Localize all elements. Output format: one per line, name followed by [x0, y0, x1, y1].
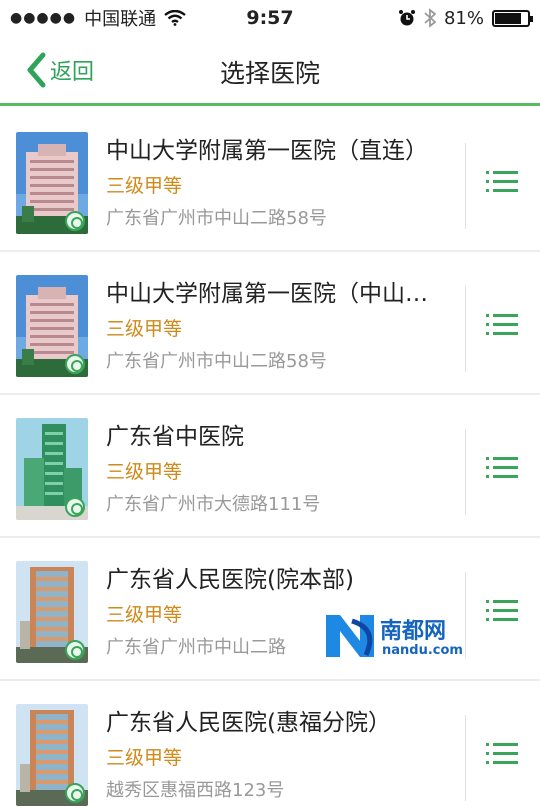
hospital-row[interactable]: 广东省中医院三级甲等广东省广州市大德路111号 — [0, 395, 540, 538]
status-right: 81% — [398, 7, 533, 29]
status-left: ●●●●● 中国联通 — [10, 5, 186, 31]
watermark-domain: nandu.com — [382, 643, 463, 658]
hospital-badge-icon — [65, 640, 85, 660]
hospital-badge-icon — [65, 211, 85, 231]
hospital-photo — [16, 704, 88, 806]
watermark-brand: 南都网 — [380, 619, 447, 644]
hospital-row[interactable]: 中山大学附属第一医院（直连） 三级甲等广东省广州市中山二路58号 — [0, 109, 540, 252]
nandu-logo-icon — [326, 615, 374, 657]
hospital-grade: 三级甲等 — [106, 175, 183, 197]
back-button[interactable]: 返回 — [26, 50, 94, 90]
hospital-photo — [16, 561, 88, 663]
hospital-photo — [16, 132, 88, 234]
hospital-grade: 三级甲等 — [106, 747, 183, 769]
battery-level — [495, 12, 521, 24]
hospital-grade: 三级甲等 — [106, 461, 183, 483]
alarm-icon — [398, 10, 415, 26]
row-divider — [465, 429, 466, 515]
row-divider — [465, 715, 466, 801]
hospital-row[interactable]: 中山大学附属第一医院（中山… 三级甲等广东省广州市中山二路58号 — [0, 252, 540, 395]
hospital-grade: 三级甲等 — [106, 604, 183, 626]
list-menu-icon[interactable] — [486, 743, 518, 765]
nav-bar: 返回 选择医院 — [0, 36, 540, 106]
wifi-icon — [164, 10, 186, 26]
signal-dots-icon: ●●●●● — [10, 10, 77, 26]
row-divider — [465, 143, 466, 229]
watermark-logo: 南都网 nandu.com — [322, 611, 468, 661]
row-divider — [465, 286, 466, 372]
hospital-address: 广东省广州市中山二路58号 — [106, 351, 327, 372]
hospital-grade: 三级甲等 — [106, 318, 183, 340]
list-menu-icon[interactable] — [486, 457, 518, 479]
hospital-badge-icon — [65, 497, 85, 517]
hospital-name: 中山大学附属第一医院（中山… — [106, 281, 428, 307]
hospital-badge-icon — [65, 354, 85, 374]
bluetooth-icon — [424, 8, 436, 28]
battery-percent: 81% — [443, 7, 484, 29]
status-bar: ●●●●● 中国联通 9:57 81% — [0, 0, 540, 36]
list-menu-icon[interactable] — [486, 171, 518, 193]
carrier-label: 中国联通 — [84, 9, 157, 30]
hospital-name: 广东省人民医院(惠福分院） — [106, 710, 391, 736]
hospital-address: 广东省广州市中山二路 — [106, 637, 286, 658]
hospital-address: 广东省广州市大德路111号 — [106, 494, 321, 515]
hospital-address: 越秀区惠福西路123号 — [106, 780, 285, 801]
hospital-list: 中山大学附属第一医院（直连） 三级甲等 广东省广州市中山二路58号 中山大学附属第一医… — [0, 109, 540, 810]
hospital-photo — [16, 418, 88, 520]
hospital-badge-icon — [65, 783, 85, 803]
hospital-row[interactable]: 广东省人民医院(惠福分院） 三级甲等越秀区惠福西路123号 — [0, 681, 540, 810]
list-menu-icon[interactable] — [486, 600, 518, 622]
hospital-address: 广东省广州市中山二路58号 — [106, 208, 327, 229]
hospital-name: 中山大学附属第一医院（直连） — [106, 138, 428, 164]
chevron-left-icon — [27, 52, 46, 88]
battery-icon — [492, 9, 533, 27]
hospital-name: 广东省人民医院(院本部) — [106, 567, 354, 593]
hospital-photo — [16, 275, 88, 377]
list-menu-icon[interactable] — [486, 314, 518, 336]
back-label: 返回 — [50, 60, 95, 85]
hospital-name: 广东省中医院 — [106, 424, 244, 450]
